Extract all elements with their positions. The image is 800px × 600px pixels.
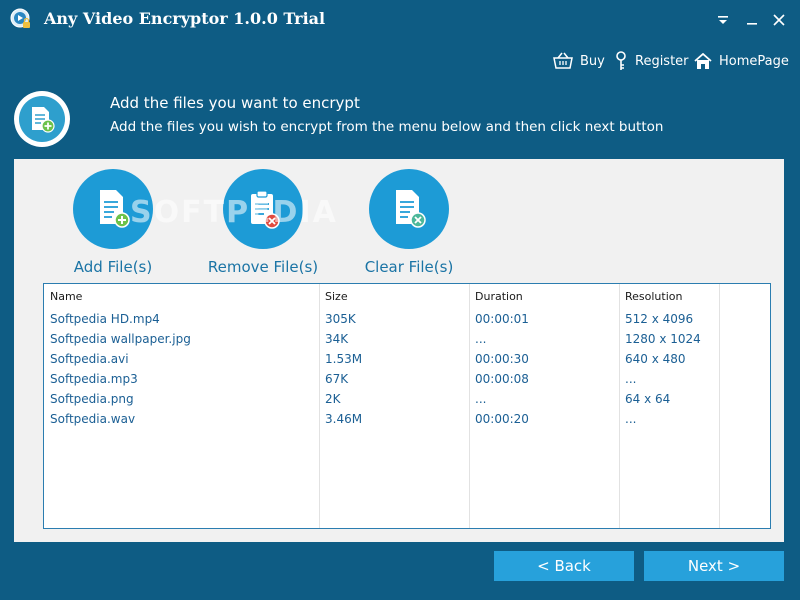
close-icon [773, 14, 785, 26]
column-header-size[interactable]: Size [319, 284, 469, 310]
column-header-resolution[interactable]: Resolution [619, 284, 719, 310]
file-panel: Add File(s) Remove File(s) Clear File(s) [14, 159, 784, 542]
file-size-cell: 67K [325, 372, 349, 386]
key-icon [616, 51, 626, 70]
add-files-label: Add File(s) [73, 258, 153, 276]
remove-files-label: Remove File(s) [207, 258, 319, 276]
file-name-cell: Softpedia.avi [50, 352, 129, 366]
add-files-button[interactable]: Add File(s) [33, 169, 193, 276]
menu-dropdown-button[interactable] [713, 10, 733, 30]
table-row[interactable]: Softpedia.png 2K ... 64 x 64 [44, 389, 770, 409]
back-button[interactable]: < Back [494, 551, 634, 581]
buy-label: Buy [580, 53, 605, 69]
file-resolution-cell: 64 x 64 [625, 392, 671, 406]
table-row[interactable]: Softpedia wallpaper.jpg 34K ... 1280 x 1… [44, 329, 770, 349]
file-name-cell: Softpedia.wav [50, 412, 136, 426]
basket-icon [553, 52, 573, 69]
remove-files-button[interactable]: Remove File(s) [183, 169, 343, 276]
file-resolution-cell: 512 x 4096 [625, 312, 694, 326]
add-files-step-icon [14, 91, 70, 147]
file-list-table[interactable]: Name Size Duration Resolution Softpedia … [43, 283, 771, 529]
file-duration-cell: 00:00:08 [475, 372, 529, 386]
file-duration-cell: 00:00:30 [475, 352, 529, 366]
table-row[interactable]: Softpedia.wav 3.46M 00:00:20 ... [44, 409, 770, 429]
clear-file-icon [396, 190, 426, 228]
file-resolution-cell: 640 x 480 [625, 352, 686, 366]
file-name-cell: Softpedia wallpaper.jpg [50, 332, 191, 346]
file-resolution-cell: ... [625, 372, 637, 386]
file-resolution-cell: ... [625, 412, 637, 426]
window-title: Any Video Encryptor 1.0.0 Trial [44, 9, 326, 28]
table-row[interactable]: Softpedia HD.mp4 305K 00:00:01 512 x 409… [44, 309, 770, 329]
column-header-duration[interactable]: Duration [469, 284, 619, 310]
app-logo-icon [10, 8, 32, 30]
file-size-cell: 305K [325, 312, 356, 326]
file-size-cell: 34K [325, 332, 349, 346]
file-duration-cell: 00:00:20 [475, 412, 529, 426]
register-link[interactable]: Register [614, 50, 689, 72]
clear-files-label: Clear File(s) [364, 258, 454, 276]
buy-link[interactable]: Buy [553, 50, 605, 72]
homepage-label: HomePage [719, 53, 789, 69]
file-duration-cell: ... [475, 332, 487, 346]
file-resolution-cell: 1280 x 1024 [625, 332, 701, 346]
column-header-name[interactable]: Name [44, 284, 319, 310]
close-button[interactable] [769, 10, 789, 30]
minimize-button[interactable] [742, 10, 762, 30]
table-row[interactable]: Softpedia.avi 1.53M 00:00:30 640 x 480 [44, 349, 770, 369]
table-header: Name Size Duration Resolution [44, 284, 770, 310]
dropdown-icon [718, 16, 728, 24]
minimize-icon [747, 23, 757, 25]
file-duration-cell: 00:00:01 [475, 312, 529, 326]
remove-file-icon [251, 190, 280, 229]
file-name-cell: Softpedia.mp3 [50, 372, 138, 386]
title-bar: Any Video Encryptor 1.0.0 Trial [0, 0, 800, 40]
step-title: Add the files you want to encrypt [110, 94, 360, 112]
file-name-cell: Softpedia HD.mp4 [50, 312, 160, 326]
home-icon [694, 52, 712, 69]
file-name-cell: Softpedia.png [50, 392, 134, 406]
file-size-cell: 2K [325, 392, 341, 406]
file-duration-cell: ... [475, 392, 487, 406]
register-label: Register [635, 53, 689, 69]
homepage-link[interactable]: HomePage [694, 50, 789, 72]
step-subtitle: Add the files you wish to encrypt from t… [110, 119, 664, 135]
file-size-cell: 1.53M [325, 352, 363, 366]
next-button[interactable]: Next > [644, 551, 784, 581]
add-file-icon [100, 190, 130, 228]
clear-files-button[interactable]: Clear File(s) [329, 169, 489, 276]
file-size-cell: 3.46M [325, 412, 363, 426]
table-row[interactable]: Softpedia.mp3 67K 00:00:08 ... [44, 369, 770, 389]
